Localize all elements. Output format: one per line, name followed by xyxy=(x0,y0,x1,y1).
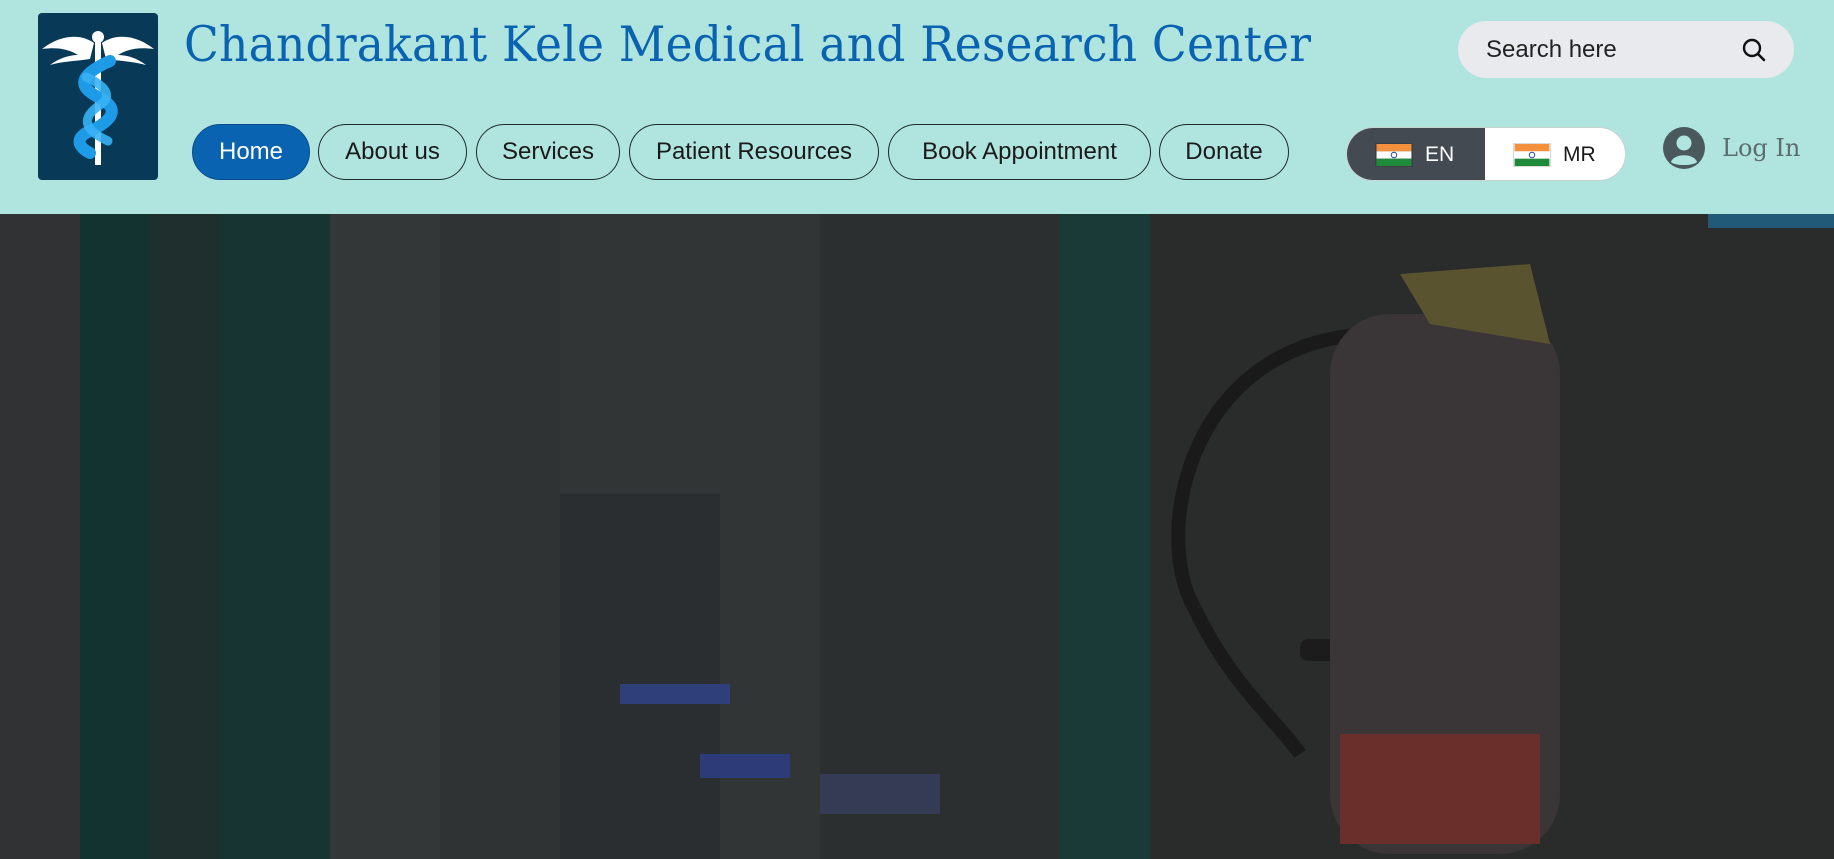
caduceus-icon xyxy=(42,31,154,165)
hero-video-background xyxy=(0,214,1834,859)
hero-image xyxy=(0,214,1834,859)
site-header: Chandrakant Kele Medical and Research Ce… xyxy=(0,0,1834,214)
nav-about-us[interactable]: About us xyxy=(318,124,467,180)
nav-book-appointment[interactable]: Book Appointment xyxy=(888,124,1151,180)
site-title[interactable]: Chandrakant Kele Medical and Research Ce… xyxy=(184,10,1311,80)
search-input[interactable] xyxy=(1486,33,1726,67)
login-label: Log In xyxy=(1722,134,1801,162)
language-label-en: EN xyxy=(1425,143,1455,166)
search-box xyxy=(1458,21,1794,78)
login-button[interactable]: Log In xyxy=(1662,124,1800,172)
language-switcher: EN MR xyxy=(1346,127,1626,181)
language-option-mr[interactable]: MR xyxy=(1485,128,1625,180)
search-icon[interactable] xyxy=(1741,37,1767,63)
nav-services[interactable]: Services xyxy=(476,124,620,180)
site-logo[interactable] xyxy=(38,13,158,180)
nav-donate[interactable]: Donate xyxy=(1159,124,1289,180)
language-option-en[interactable]: EN xyxy=(1347,128,1485,180)
india-flag-icon xyxy=(1375,143,1413,167)
avatar-icon xyxy=(1663,127,1705,169)
india-flag-icon xyxy=(1513,143,1551,167)
nav-patient-resources[interactable]: Patient Resources xyxy=(629,124,879,180)
nav-home[interactable]: Home xyxy=(192,124,310,180)
language-label-mr: MR xyxy=(1563,143,1596,166)
